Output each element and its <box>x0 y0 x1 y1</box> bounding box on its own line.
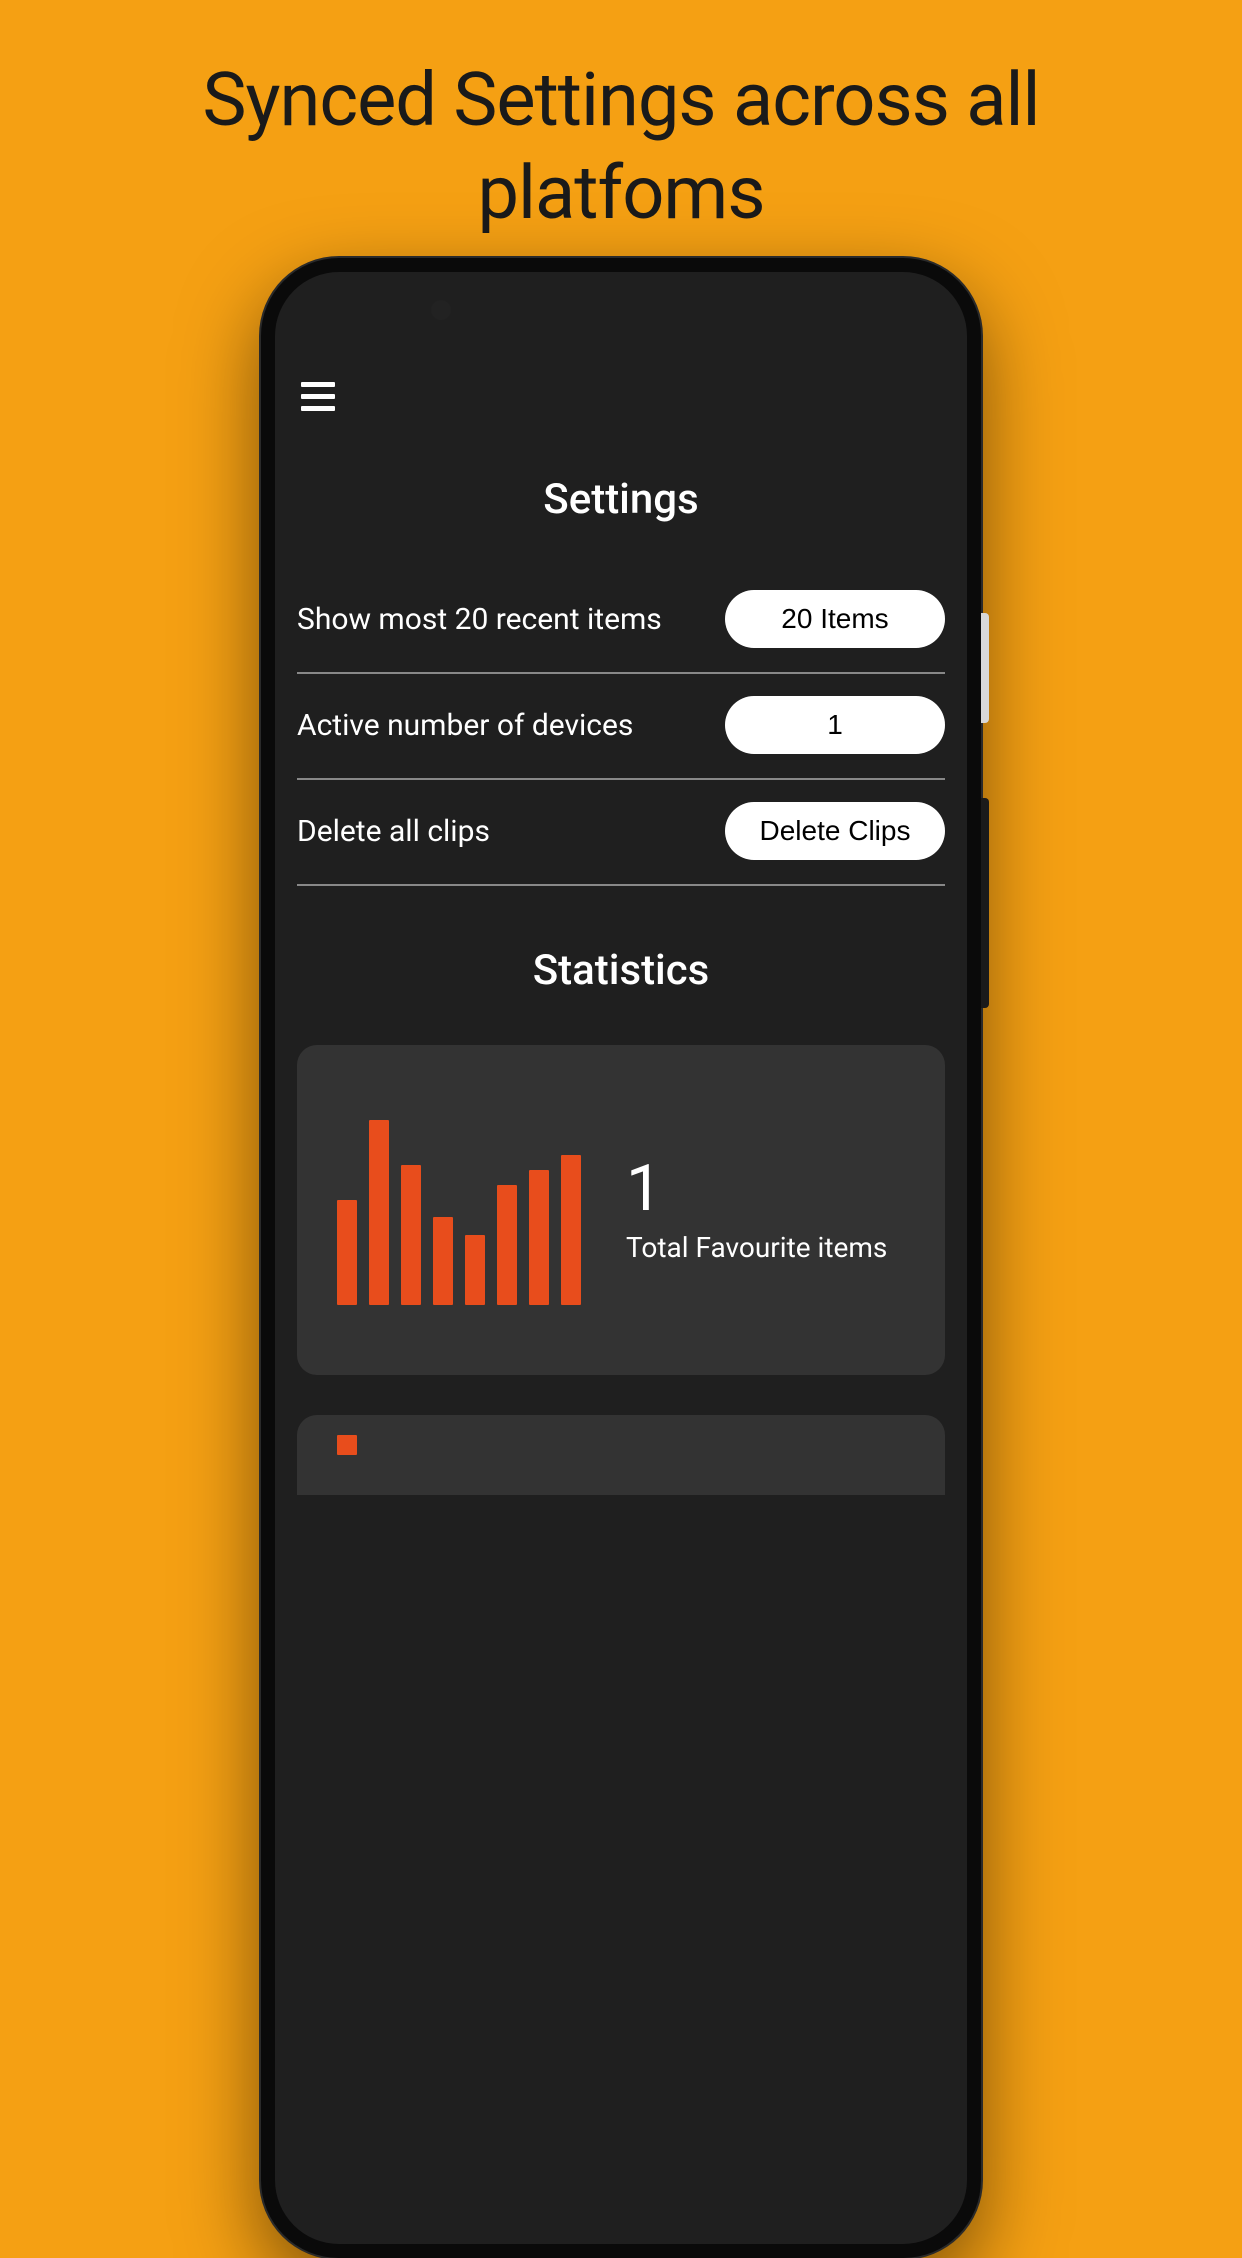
setting-row-recent-items: Show most 20 recent items 20 Items <box>297 568 945 674</box>
recent-items-button[interactable]: 20 Items <box>725 590 945 648</box>
setting-label-delete-clips: Delete all clips <box>297 814 490 849</box>
setting-row-active-devices: Active number of devices 1 <box>297 674 945 780</box>
favourites-subtitle: Total Favourite items <box>626 1231 887 1264</box>
settings-title: Settings <box>297 475 945 524</box>
setting-label-active-devices: Active number of devices <box>297 708 633 743</box>
delete-clips-button[interactable]: Delete Clips <box>725 802 945 860</box>
phone-volume-button <box>981 798 989 1008</box>
setting-label-recent-items: Show most 20 recent items <box>297 602 662 637</box>
stats-card-partial[interactable] <box>297 1415 945 1495</box>
promo-headline: Synced Settings across all platfoms <box>0 0 1242 240</box>
setting-row-delete-clips: Delete all clips Delete Clips <box>297 780 945 886</box>
active-devices-button[interactable]: 1 <box>725 696 945 754</box>
stats-card-favourites[interactable]: 1 Total Favourite items <box>297 1045 945 1375</box>
phone-device-frame: Settings Show most 20 recent items 20 It… <box>261 258 981 2258</box>
statistics-title: Statistics <box>297 946 945 995</box>
app-content: Settings Show most 20 recent items 20 It… <box>275 342 967 2244</box>
phone-power-button <box>981 613 989 723</box>
hamburger-menu-icon[interactable] <box>297 374 339 419</box>
bar-chart-icon <box>337 1115 581 1305</box>
phone-screen: Settings Show most 20 recent items 20 It… <box>275 272 967 2244</box>
stats-card-text: 1 Total Favourite items <box>626 1157 887 1264</box>
favourites-count: 1 <box>626 1157 887 1221</box>
bar-chart-icon <box>337 1425 357 1455</box>
